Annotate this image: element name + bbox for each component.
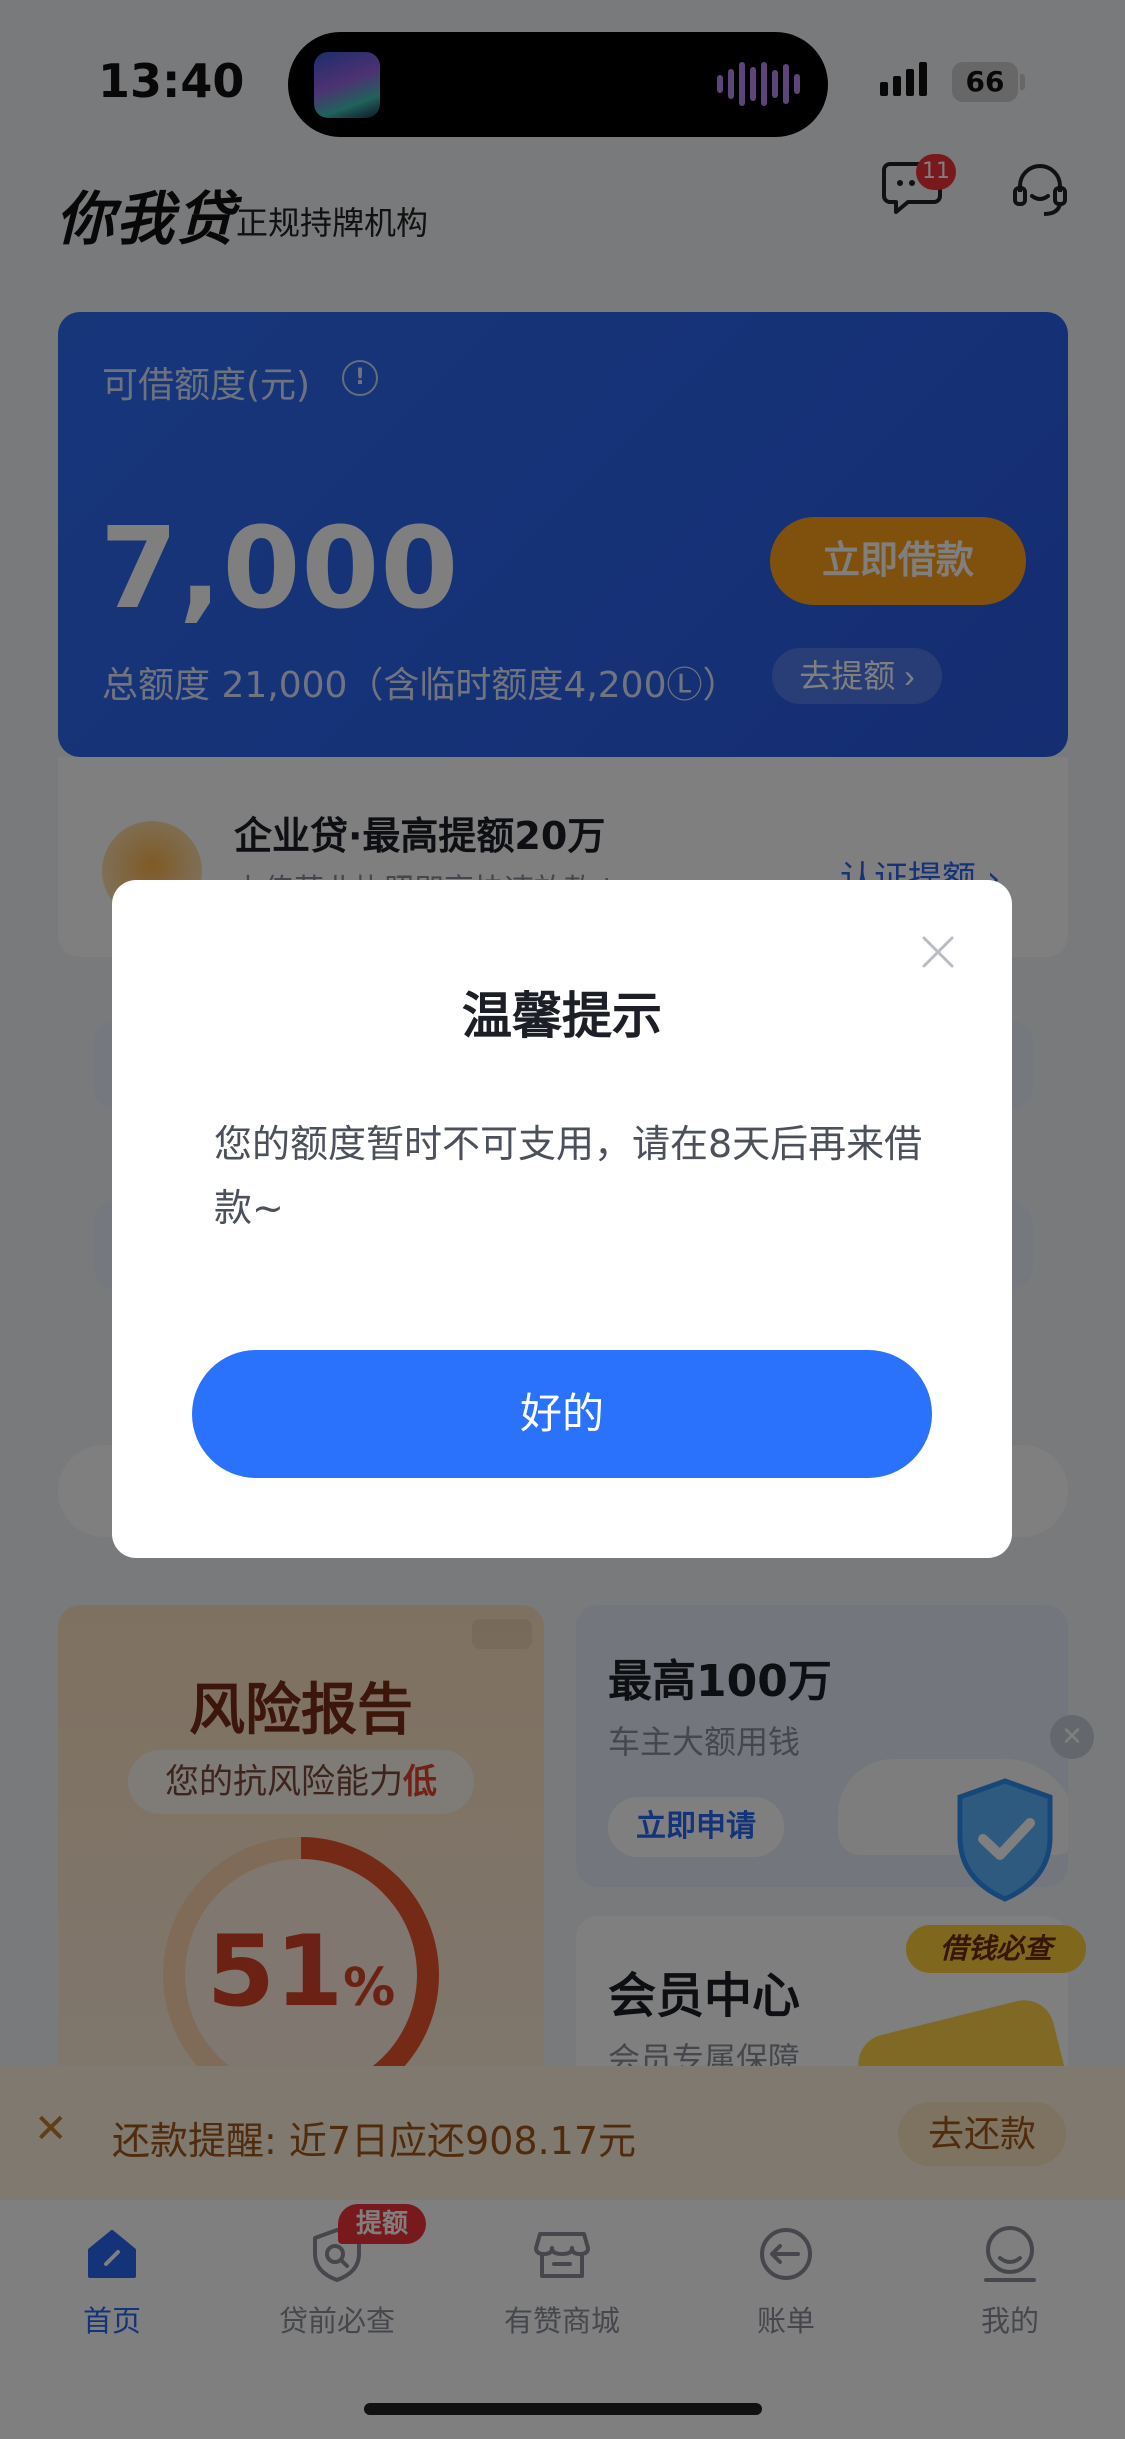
close-icon[interactable] — [918, 932, 958, 972]
dialog-title: 温馨提示 — [462, 987, 662, 1045]
ok-button[interactable]: 好的 — [192, 1350, 932, 1478]
home-indicator[interactable] — [364, 2403, 762, 2415]
dialog-message: 您的额度暂时不可支用，请在8天后再来借款~ — [214, 1122, 923, 1230]
tip-dialog: 温馨提示 您的额度暂时不可支用，请在8天后再来借款~ 好的 — [112, 880, 1012, 1558]
